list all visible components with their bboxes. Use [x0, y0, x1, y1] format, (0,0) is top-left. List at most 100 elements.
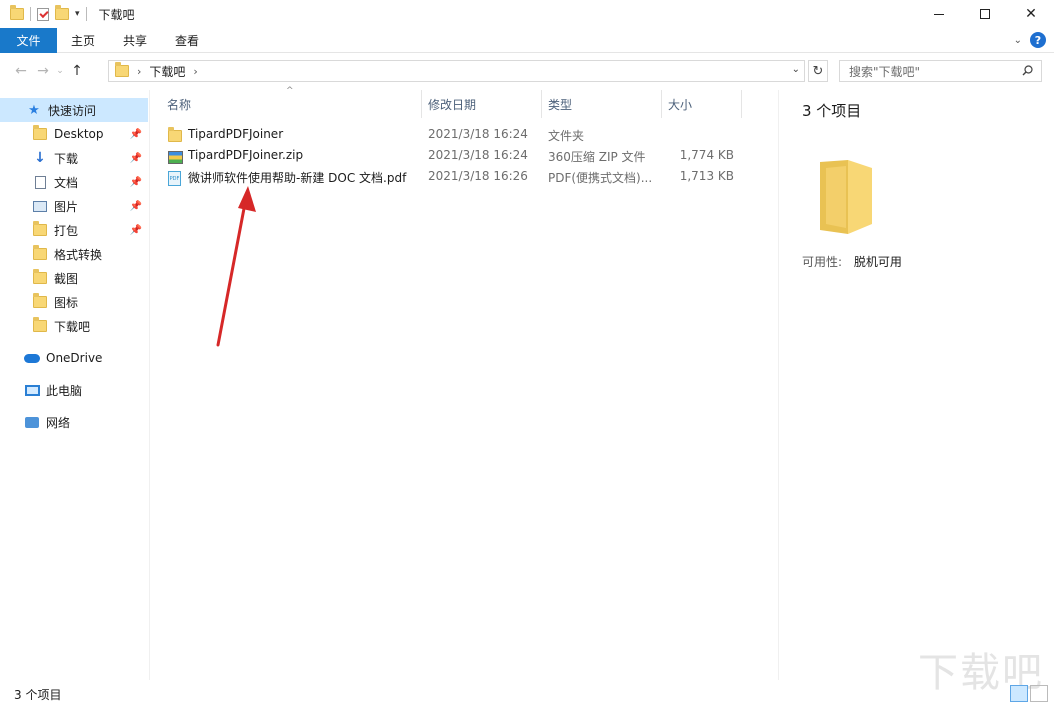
expand-ribbon-icon[interactable]: ⌄ [1014, 35, 1022, 46]
sidebar-item-pack[interactable]: 打包 📌 [0, 218, 148, 242]
ribbon-tabs: 文件 主页 共享 查看 ⌄ ? [0, 27, 1054, 53]
sidebar-item-label: Desktop [54, 127, 104, 141]
new-folder-icon[interactable] [55, 5, 69, 20]
tab-view[interactable]: 查看 [161, 28, 213, 53]
pin-icon: 📌 [129, 128, 142, 140]
sidebar-item-label: 打包 [54, 223, 79, 238]
breadcrumb-chevron-icon[interactable]: › [137, 65, 141, 78]
details-view-icon[interactable] [1010, 685, 1028, 702]
pin-icon: 📌 [129, 152, 142, 164]
view-switcher [1010, 685, 1048, 702]
table-row[interactable]: TipardPDFJoiner.zip 2021/3/18 16:24 360压… [162, 145, 742, 166]
star-icon: ★ [28, 102, 40, 118]
large-icons-view-icon[interactable] [1030, 685, 1048, 702]
file-name[interactable]: TipardPDFJoiner.zip [188, 148, 303, 162]
minimize-button[interactable] [916, 0, 962, 28]
close-button[interactable]: ✕ [1008, 0, 1054, 28]
folder-icon [33, 293, 47, 308]
file-type: 文件夹 [548, 129, 585, 143]
address-dropdown-icon[interactable]: ⌄ [792, 64, 800, 75]
sidebar-item-xiazaiba[interactable]: 下载吧 [0, 314, 148, 338]
column-divider[interactable] [541, 90, 542, 118]
details-item-count: 3 个项目 [802, 102, 862, 120]
sidebar-item-this-pc[interactable]: 此电脑 [0, 378, 148, 402]
zip-archive-icon [168, 151, 183, 164]
sidebar-item-screenshots[interactable]: 截图 [0, 266, 148, 290]
address-bar[interactable]: › 下载吧 › ⌄ [108, 60, 805, 82]
sidebar-item-onedrive[interactable]: OneDrive [0, 346, 148, 370]
sidebar-item-format-convert[interactable]: 格式转换 [0, 242, 148, 266]
folder-icon[interactable] [10, 5, 24, 20]
file-size: 1,713 KB [679, 169, 734, 183]
minimize-icon [934, 13, 944, 15]
pdf-file-icon: PDF [168, 171, 181, 186]
close-icon: ✕ [1025, 6, 1037, 22]
refresh-button[interactable]: ↻ [808, 60, 828, 82]
breadcrumb-chevron-icon[interactable]: › [193, 65, 197, 78]
picture-icon [33, 200, 47, 212]
sidebar-item-desktop[interactable]: Desktop 📌 [0, 122, 148, 146]
table-row[interactable]: TipardPDFJoiner 2021/3/18 16:24 文件夹 [162, 124, 742, 145]
sidebar-item-label: 图片 [54, 199, 79, 214]
sidebar-item-quick-access[interactable]: ★ 快速访问 [0, 98, 148, 122]
recent-dropdown-icon[interactable]: ⌄ [54, 66, 66, 76]
sidebar-item-label: 格式转换 [54, 247, 103, 262]
column-divider[interactable] [661, 90, 662, 118]
folder-icon [115, 62, 129, 77]
pane-divider[interactable] [778, 90, 779, 680]
forward-arrow-icon[interactable]: → [32, 63, 54, 79]
quick-access-toolbar: ▾ 下载吧 [0, 0, 135, 28]
help-icon[interactable]: ? [1030, 32, 1046, 48]
sidebar-item-label: 图标 [54, 295, 79, 310]
ribbon-right-controls: ⌄ ? [1014, 32, 1046, 48]
sidebar-item-label: 此电脑 [46, 383, 83, 398]
column-header-date[interactable]: 修改日期 [428, 90, 476, 118]
search-input[interactable]: 搜索"下载吧" [839, 60, 1042, 82]
tab-share[interactable]: 共享 [109, 28, 161, 53]
file-name[interactable]: TipardPDFJoiner [188, 127, 283, 141]
column-header-size[interactable]: 大小 [668, 90, 692, 118]
column-header-type[interactable]: 类型 [548, 90, 572, 118]
column-divider[interactable] [741, 90, 742, 118]
document-icon [34, 175, 46, 189]
maximize-button[interactable] [962, 0, 1008, 28]
availability: 可用性: 脱机可用 [802, 253, 902, 270]
breadcrumb[interactable]: 下载吧 [149, 63, 185, 80]
file-type: PDF(便携式文档)... [548, 171, 653, 185]
properties-icon[interactable] [37, 7, 49, 21]
sidebar-item-label: OneDrive [46, 351, 103, 365]
file-date: 2021/3/18 16:26 [428, 169, 528, 183]
status-item-count: 3 个项目 [14, 687, 62, 702]
folder-icon [33, 221, 47, 236]
tab-file[interactable]: 文件 [0, 27, 57, 53]
sidebar-item-network[interactable]: 网络 [0, 410, 148, 434]
maximize-icon [980, 9, 990, 19]
search-placeholder: 搜索"下载吧" [849, 64, 921, 79]
sidebar-item-downloads[interactable]: ↓ 下载 📌 [0, 146, 148, 170]
title-bar: ▾ 下载吧 ✕ [0, 0, 1054, 28]
file-date: 2021/3/18 16:24 [428, 148, 528, 162]
folder-icon [33, 125, 47, 140]
pin-icon: 📌 [129, 176, 142, 188]
customize-dropdown-icon[interactable]: ▾ [75, 9, 80, 19]
folder-icon [33, 317, 47, 332]
column-header-name[interactable]: 名称 [167, 90, 191, 118]
sidebar-item-pictures[interactable]: 图片 📌 [0, 194, 148, 218]
tab-home[interactable]: 主页 [57, 28, 109, 53]
file-date: 2021/3/18 16:24 [428, 127, 528, 141]
status-bar: 3 个项目 [0, 682, 1054, 706]
column-divider[interactable] [421, 90, 422, 118]
up-arrow-icon[interactable]: ↑ [66, 63, 88, 79]
folder-icon [168, 127, 182, 142]
search-icon [1022, 65, 1033, 76]
window-controls: ✕ [916, 0, 1054, 28]
sidebar-item-documents[interactable]: 文档 📌 [0, 170, 148, 194]
sidebar-item-icons[interactable]: 图标 [0, 290, 148, 314]
sidebar-item-label: 网络 [46, 415, 71, 430]
back-arrow-icon[interactable]: ← [10, 63, 32, 79]
availability-label: 可用性: [802, 255, 843, 269]
folder-icon [33, 245, 47, 260]
availability-value: 脱机可用 [853, 255, 902, 269]
sidebar-item-label: 下载吧 [54, 319, 91, 334]
file-size: 1,774 KB [679, 148, 734, 162]
